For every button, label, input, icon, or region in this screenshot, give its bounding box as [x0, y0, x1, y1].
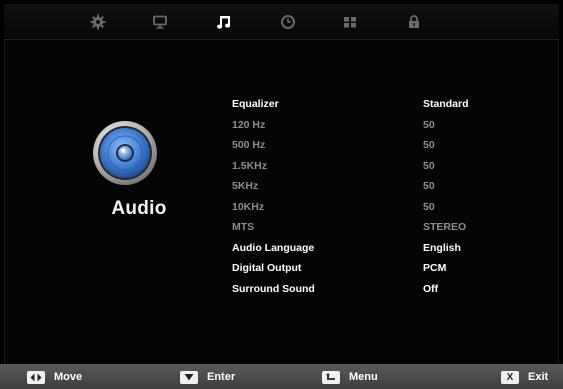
- music-note-icon: [217, 16, 231, 29]
- exit-hint: X Exit: [501, 370, 548, 384]
- return-arrow-icon: [322, 370, 340, 384]
- category-tab-bar: [4, 4, 559, 40]
- down-arrow-icon: [180, 370, 198, 384]
- tab-setup[interactable]: [84, 10, 112, 34]
- tab-picture[interactable]: [146, 10, 174, 34]
- menu-item-value: 50: [423, 200, 435, 213]
- tab-time[interactable]: [274, 10, 302, 34]
- menu-item-10khz: 10KHz 50: [232, 198, 522, 219]
- speaker-icon: [93, 121, 157, 185]
- menu-item-500hz: 500 Hz 50: [232, 136, 522, 157]
- menu-item-value: STEREO: [423, 221, 467, 233]
- menu-item-120hz: 120 Hz 50: [232, 116, 522, 137]
- menu-item-value: 50: [423, 139, 435, 151]
- menu-item-surround-sound[interactable]: Surround Sound Off: [232, 280, 522, 301]
- gear-icon: [90, 14, 106, 30]
- menu-item-5khz: 5KHz 50: [232, 177, 522, 198]
- menu-item-value: Standard: [423, 98, 469, 110]
- menu-item-value: 50: [423, 159, 435, 172]
- menu-item-equalizer[interactable]: Equalizer Standard: [232, 95, 522, 116]
- tab-audio[interactable]: [210, 10, 238, 34]
- menu-hint: Menu: [322, 370, 378, 384]
- clock-icon: [281, 15, 295, 29]
- tab-lock[interactable]: [400, 10, 428, 34]
- button-hint-bar: Move Enter Menu X Exit: [0, 364, 563, 389]
- x-key-text: X: [506, 371, 514, 383]
- menu-item-label: 500 Hz: [232, 139, 266, 151]
- menu-item-value: 50: [423, 180, 435, 192]
- exit-hint-label: Exit: [528, 371, 549, 383]
- menu-hint-label: Menu: [349, 371, 378, 383]
- menu-item-value: PCM: [423, 262, 447, 274]
- menu-item-label: 5KHz: [232, 180, 259, 192]
- menu-item-value: Off: [423, 282, 439, 295]
- move-hint-label: Move: [54, 371, 83, 383]
- menu-item-label: 120 Hz: [232, 118, 266, 131]
- menu-item-value: 50: [423, 118, 435, 131]
- menu-item-label: 1.5KHz: [232, 159, 268, 172]
- move-hint: Move: [27, 370, 82, 384]
- audio-settings-menu: Equalizer Standard 120 Hz 50 500 Hz 50 1…: [232, 95, 522, 300]
- menu-item-value: English: [423, 241, 461, 254]
- menu-item-1-5khz: 1.5KHz 50: [232, 157, 522, 178]
- enter-hint: Enter: [180, 370, 235, 384]
- x-key-icon: X: [501, 370, 519, 384]
- tab-option[interactable]: [336, 10, 364, 34]
- menu-item-label: Audio Language: [232, 241, 315, 254]
- menu-item-digital-output[interactable]: Digital Output PCM: [232, 259, 522, 280]
- section-header: Audio: [84, 112, 194, 237]
- left-right-arrows-icon: [27, 370, 45, 384]
- menu-item-label: Equalizer: [232, 98, 279, 110]
- menu-item-mts: MTS STEREO: [232, 218, 522, 239]
- menu-item-audio-language[interactable]: Audio Language English: [232, 239, 522, 260]
- enter-hint-label: Enter: [207, 371, 236, 383]
- lock-icon: [409, 15, 419, 28]
- menu-item-label: 10KHz: [232, 200, 265, 213]
- menu-item-label: MTS: [232, 221, 255, 233]
- monitor-icon: [153, 15, 167, 29]
- menu-item-label: Digital Output: [232, 262, 302, 274]
- grid-icon: [344, 17, 356, 28]
- menu-item-label: Surround Sound: [232, 282, 315, 295]
- section-title: Audio: [111, 198, 167, 219]
